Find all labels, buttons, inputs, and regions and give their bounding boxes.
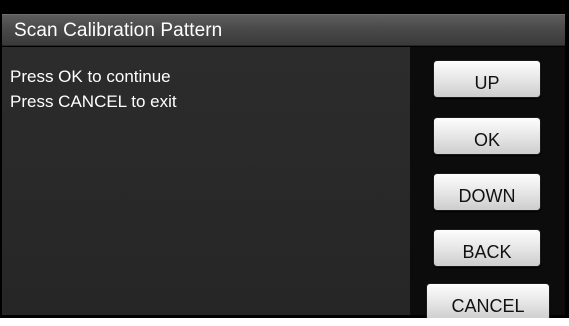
cancel-button[interactable]: CANCEL xyxy=(426,283,550,318)
down-button-label: DOWN xyxy=(458,186,516,206)
down-button[interactable]: DOWN xyxy=(433,173,541,211)
page-title: Scan Calibration Pattern xyxy=(14,20,223,41)
message-panel: Press OK to continue Press CANCEL to exi… xyxy=(2,47,410,315)
ok-button[interactable]: OK xyxy=(433,117,541,155)
control-panel-screen: Scan Calibration Pattern Press OK to con… xyxy=(0,0,569,318)
ok-button-label: OK xyxy=(473,130,500,150)
instruction-cancel-text: Press CANCEL to exit xyxy=(10,92,177,111)
button-column: UP OK DOWN BACK CANCEL xyxy=(410,47,565,318)
up-button[interactable]: UP xyxy=(433,60,541,98)
up-button-label: UP xyxy=(474,73,500,93)
back-button[interactable]: BACK xyxy=(433,229,541,267)
back-button-label: BACK xyxy=(462,242,512,262)
instruction-ok-text: Press OK to continue xyxy=(10,67,171,86)
title-bar: Scan Calibration Pattern xyxy=(2,14,565,46)
cancel-button-label: CANCEL xyxy=(451,296,525,316)
